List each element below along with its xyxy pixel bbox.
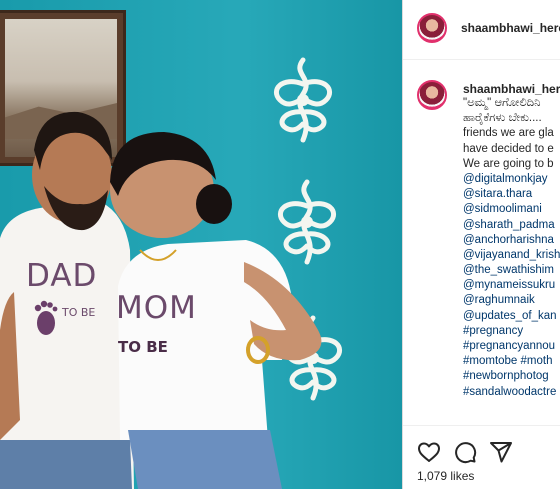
dad-shirt-subtext: TO BE — [62, 306, 96, 319]
post-photo[interactable]: DAD TO BE MOM TO BE — [0, 0, 402, 489]
post-caption: "ಅಮ್ಮ" ಆಗೋಲಿದಿನಿ ಹಾರೈಕೆಗಳು ಬೇಕು.... friend… — [463, 96, 560, 400]
dad-shirt-text: DAD — [26, 258, 98, 294]
caption-link[interactable]: #momtobe #moth — [463, 354, 560, 369]
caption-text: ಹಾರೈಕೆಗಳು ಬೇಕು.... — [463, 112, 542, 125]
likes-count[interactable]: 1,079 likes — [417, 469, 474, 483]
caption-link[interactable]: #newbornphotog — [463, 369, 560, 384]
caption-text: "ಅಮ್ಮ" ಆಗೋಲಿದಿನಿ — [463, 97, 541, 109]
caption-avatar[interactable] — [417, 80, 447, 110]
share-icon[interactable] — [489, 440, 513, 464]
caption-link[interactable]: @sharath_padma — [463, 218, 560, 233]
mom-shirt-text: MOM — [116, 290, 197, 326]
header-username-link[interactable]: shaambhawi_here — [461, 21, 560, 35]
post-header: shaambhawi_here — [403, 0, 560, 60]
caption-link[interactable]: #pregnancy — [463, 324, 560, 339]
caption-link[interactable]: @sitara.thara — [463, 187, 560, 202]
caption-text: have decided to e — [463, 142, 554, 155]
caption-link[interactable]: @updates_of_kan — [463, 309, 560, 324]
heart-icon[interactable] — [417, 440, 441, 464]
caption-link[interactable]: @raghumnaik — [463, 293, 560, 308]
comment-icon[interactable] — [453, 440, 477, 464]
caption-text: We are going to b — [463, 157, 554, 170]
caption-link[interactable]: #pregnancyannou — [463, 339, 560, 354]
caption-link[interactable]: @digitalmonkjay — [463, 172, 560, 187]
footprint-icon — [34, 300, 58, 335]
caption-link[interactable]: @vijayanand_krish — [463, 248, 560, 263]
caption-link[interactable]: @anchorharishna — [463, 233, 560, 248]
caption-link[interactable]: @sidmoolimani — [463, 202, 560, 217]
couple-figure — [0, 111, 322, 489]
caption-link[interactable]: #sandalwoodactre — [463, 385, 560, 400]
caption-text: friends we are gla — [463, 127, 554, 140]
mom-shirt-subtext: TO BE — [118, 338, 168, 356]
post-actions-bar: 1,079 likes — [403, 425, 560, 489]
caption-link[interactable]: @mynameissukru — [463, 278, 560, 293]
caption-username-link[interactable]: shaambhawi_here — [463, 82, 560, 96]
avatar[interactable] — [417, 13, 447, 43]
caption-link[interactable]: @the_swathishim — [463, 263, 560, 278]
post-side-panel: shaambhawi_here shaambhawi_here "ಅಮ್ಮ" ಆ… — [402, 0, 560, 489]
